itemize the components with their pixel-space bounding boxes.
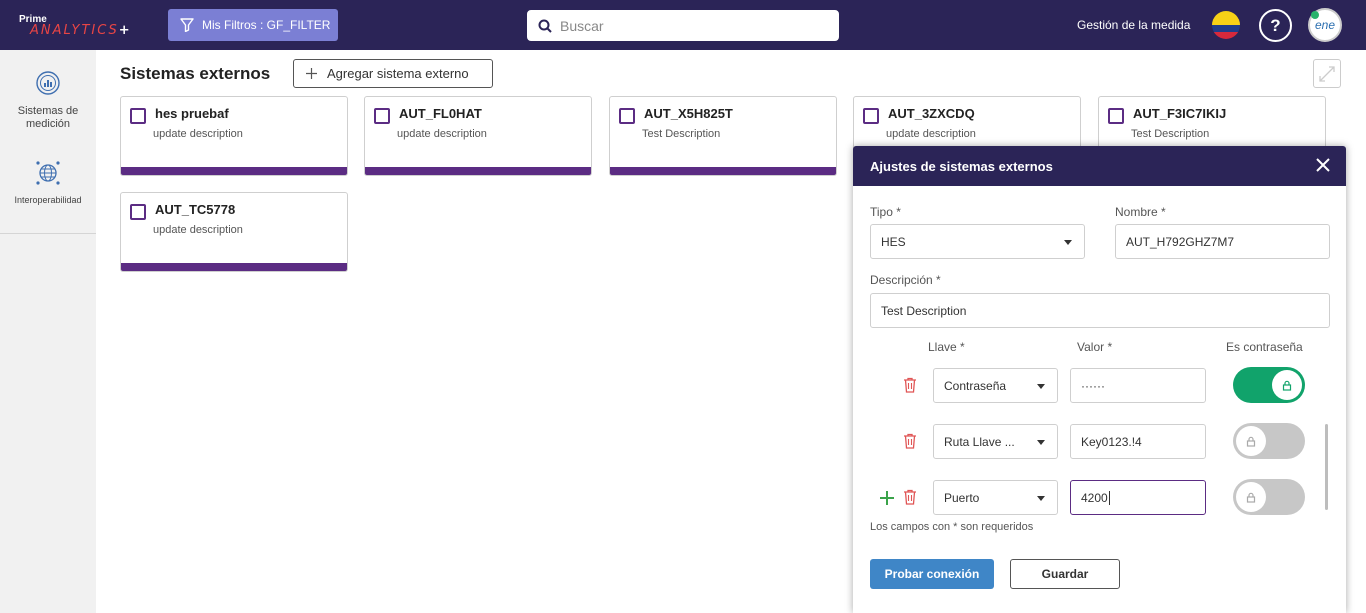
measurement-management-link[interactable]: Gestión de la medida	[1077, 18, 1190, 32]
card-accent-bar	[121, 167, 347, 175]
name-value: AUT_H792GHZ7M7	[1126, 234, 1235, 249]
trash-icon[interactable]	[903, 433, 917, 449]
card-name: AUT_FL0HAT	[399, 106, 482, 121]
test-connection-button[interactable]: Probar conexión	[870, 559, 994, 589]
type-select[interactable]: HES	[870, 224, 1085, 259]
filters-label: Mis Filtros : GF_FILTER	[202, 18, 331, 32]
card-accent-bar	[365, 167, 591, 175]
key-select[interactable]: Puerto	[933, 480, 1058, 515]
value-input[interactable]: 4200	[1070, 480, 1206, 515]
close-icon[interactable]	[1314, 156, 1332, 174]
colombia-flag-icon[interactable]	[1212, 11, 1240, 39]
expand-icon	[1319, 65, 1335, 82]
card-description: update description	[397, 128, 487, 140]
card-checkbox[interactable]	[619, 108, 635, 124]
description-label: Descripción *	[870, 273, 941, 287]
card-description: Test Description	[1131, 128, 1210, 140]
plus-icon	[306, 68, 317, 79]
add-row-icon[interactable]	[879, 490, 895, 506]
add-button-label: Agregar sistema externo	[327, 66, 469, 81]
card-name: AUT_3ZXCDQ	[888, 106, 975, 121]
save-button[interactable]: Guardar	[1010, 559, 1120, 589]
card-checkbox[interactable]	[130, 108, 146, 124]
value-input[interactable]: Key0123.!4	[1070, 424, 1206, 459]
card-checkbox[interactable]	[374, 108, 390, 124]
expand-button[interactable]	[1313, 59, 1341, 88]
page-title: Sistemas externos	[120, 64, 271, 83]
key-select[interactable]: Ruta Llave ...	[933, 424, 1058, 459]
sidebar-item-label: Interoperabilidad	[14, 195, 82, 205]
card-checkbox[interactable]	[130, 204, 146, 220]
card-name: AUT_X5H825T	[644, 106, 733, 121]
logo-analytics-text: ANALYTICS+	[30, 23, 132, 38]
sidebar: Sistemas de medición Interoperabilidad	[0, 50, 96, 613]
key-select[interactable]: Contraseña	[933, 368, 1058, 403]
card-checkbox[interactable]	[1108, 108, 1124, 124]
filter-icon	[180, 18, 194, 32]
lock-icon	[1246, 436, 1256, 447]
card-description: update description	[153, 224, 243, 236]
value-text: 4200	[1081, 490, 1108, 505]
name-label: Nombre *	[1115, 205, 1166, 219]
trash-icon[interactable]	[903, 489, 917, 505]
text-cursor	[1108, 490, 1110, 505]
card-accent-bar	[610, 167, 836, 175]
sidebar-item-measurement-systems[interactable]: Sistemas de medición	[0, 70, 96, 131]
value-text: ······	[1081, 378, 1105, 393]
type-label: Tipo *	[870, 205, 901, 219]
system-card[interactable]: hes pruebaf update description	[120, 96, 348, 176]
key-column-header: Llave *	[928, 340, 965, 354]
trash-icon[interactable]	[903, 377, 917, 393]
system-card[interactable]: AUT_X5H825T Test Description	[609, 96, 837, 176]
filters-button[interactable]: Mis Filtros : GF_FILTER	[168, 9, 338, 41]
password-toggle[interactable]	[1233, 479, 1305, 515]
system-card[interactable]: AUT_TC5778 update description	[120, 192, 348, 272]
top-bar: Prime ANALYTICS+ Mis Filtros : GF_FILTER…	[0, 0, 1366, 50]
avatar-label: ene	[1314, 18, 1336, 32]
value-input[interactable]: ······	[1070, 368, 1206, 403]
scrollbar[interactable]	[1325, 424, 1328, 510]
add-external-system-button[interactable]: Agregar sistema externo	[293, 59, 493, 88]
name-input[interactable]: AUT_H792GHZ7M7	[1115, 224, 1330, 259]
globe-network-icon	[36, 161, 60, 185]
dialog-title: Ajustes de sistemas externos	[870, 159, 1053, 174]
app-logo[interactable]: Prime ANALYTICS+	[18, 12, 158, 38]
card-description: update description	[153, 128, 243, 140]
card-name: AUT_F3IC7IKIJ	[1133, 106, 1227, 121]
lock-icon	[1246, 492, 1256, 503]
value-column-header: Valor *	[1077, 340, 1113, 354]
card-name: hes pruebaf	[155, 106, 229, 121]
card-accent-bar	[121, 263, 347, 271]
description-value: Test Description	[881, 303, 967, 318]
value-text: Key0123.!4	[1081, 434, 1142, 449]
card-description: update description	[886, 128, 976, 140]
description-input[interactable]: Test Description	[870, 293, 1330, 328]
key-value: Puerto	[944, 490, 980, 505]
sidebar-item-interoperability[interactable]: Interoperabilidad	[0, 160, 96, 205]
system-card[interactable]: AUT_FL0HAT update description	[364, 96, 592, 176]
card-name: AUT_TC5778	[155, 202, 236, 217]
sidebar-item-label: Sistemas de medición	[17, 105, 79, 130]
password-column-header: Es contraseña	[1226, 340, 1303, 354]
search-placeholder: Buscar	[560, 17, 604, 34]
dialog-header: Ajustes de sistemas externos	[853, 146, 1346, 186]
card-checkbox[interactable]	[863, 108, 879, 124]
key-value: Contraseña	[944, 378, 1007, 393]
password-toggle[interactable]	[1233, 367, 1305, 403]
type-value: HES	[881, 234, 906, 249]
card-description: Test Description	[642, 128, 721, 140]
key-value: Ruta Llave ...	[944, 434, 1015, 449]
help-button[interactable]: ?	[1259, 9, 1292, 42]
password-toggle[interactable]	[1233, 423, 1305, 459]
chart-circle-icon	[36, 71, 60, 95]
search-icon	[538, 19, 552, 33]
sidebar-divider	[0, 233, 96, 234]
avatar[interactable]: ene	[1308, 8, 1342, 42]
search-input[interactable]: Buscar	[527, 10, 839, 41]
online-status-dot	[1311, 11, 1319, 19]
external-system-settings-dialog: Ajustes de sistemas externos Tipo * HES …	[853, 146, 1346, 613]
lock-icon	[1282, 380, 1292, 391]
required-note: Los campos con * son requeridos	[870, 521, 1034, 533]
